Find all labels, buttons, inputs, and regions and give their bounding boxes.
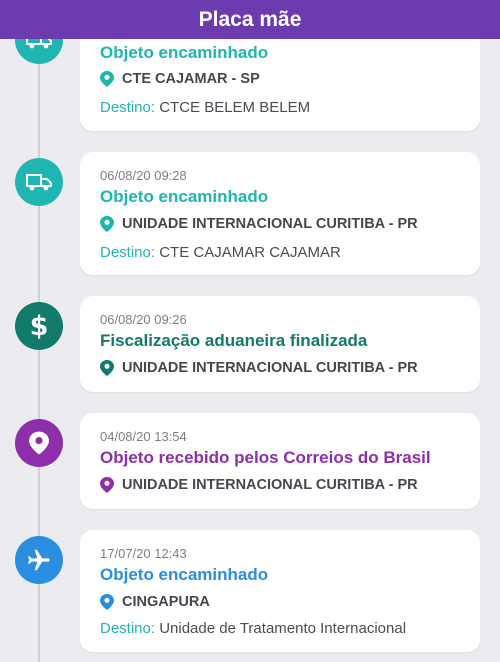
dollar-icon: $ xyxy=(15,302,63,350)
event-destination: Destino: CTE CAJAMAR CAJAMAR xyxy=(100,244,341,261)
destination-value: CTE CAJAMAR CAJAMAR xyxy=(159,244,341,261)
event-date: 17/07/20 12:43 xyxy=(100,546,187,561)
event-card[interactable]: 06/08/20 09:26 Fiscalização aduaneira fi… xyxy=(80,296,480,392)
event-destination: Destino: CTCE BELEM BELEM xyxy=(100,99,310,116)
event-card[interactable]: 04/08/20 13:54 Objeto recebido pelos Cor… xyxy=(80,413,480,509)
destination-value: Unidade de Tratamento Internacional xyxy=(159,620,407,637)
location-pin-icon xyxy=(15,419,63,467)
event-status: Objeto encaminhado xyxy=(100,565,269,584)
destination-label: Destino: xyxy=(100,99,156,116)
event-destination: Destino: Unidade de Tratamento Internaci… xyxy=(100,620,406,637)
destination-value: CTCE BELEM BELEM xyxy=(159,99,311,116)
event-date: 06/08/20 09:26 xyxy=(100,312,187,327)
truck-icon xyxy=(15,158,63,206)
event-location: CTE CAJAMAR - SP xyxy=(100,71,260,87)
event-date: 06/08/20 09:28 xyxy=(100,168,187,183)
event-status: Objeto encaminhado xyxy=(100,187,269,206)
airplane-icon xyxy=(15,536,63,584)
event-location: UNIDADE INTERNACIONAL CURITIBA - PR xyxy=(100,360,418,376)
event-location: UNIDADE INTERNACIONAL CURITIBA - PR xyxy=(100,477,418,493)
event-location: UNIDADE INTERNACIONAL CURITIBA - PR xyxy=(100,216,418,232)
event-status: Fiscalização aduaneira finalizada xyxy=(100,331,368,350)
location-pin-icon xyxy=(100,594,114,610)
location-pin-icon xyxy=(100,360,114,376)
event-status: Objeto encaminhado xyxy=(100,43,269,62)
app-header: Placa mãe xyxy=(0,0,500,39)
page-title: Placa mãe xyxy=(198,7,302,31)
destination-label: Destino: xyxy=(100,620,156,637)
event-date: 04/08/20 13:54 xyxy=(100,429,187,444)
destination-label: Destino: xyxy=(100,244,156,261)
event-card[interactable]: 17/07/20 12:43 Objeto encaminhado CINGAP… xyxy=(80,530,480,652)
event-status: Objeto recebido pelos Correios do Brasil xyxy=(100,448,431,467)
location-pin-icon xyxy=(100,477,114,493)
location-pin-icon xyxy=(100,71,114,87)
location-pin-icon xyxy=(100,216,114,232)
event-location: CINGAPURA xyxy=(100,594,210,610)
event-card[interactable]: 06/08/20 09:28 Objeto encaminhado UNIDAD… xyxy=(80,152,480,275)
